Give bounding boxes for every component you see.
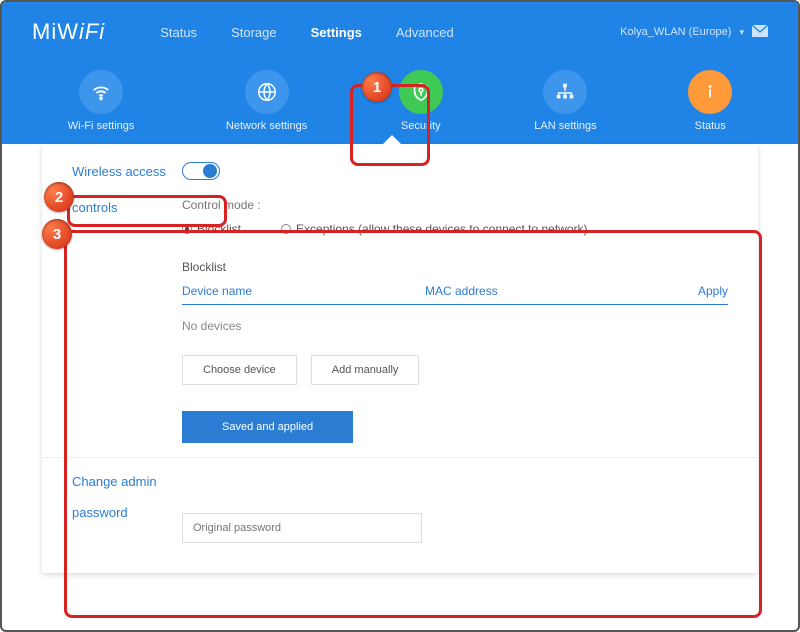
controls-label: controls <box>72 198 182 215</box>
tab-status[interactable]: Status <box>160 25 197 40</box>
col-mac: MAC address <box>425 284 668 298</box>
radio-blocklist[interactable]: Blocklist <box>182 222 241 236</box>
choose-device-button[interactable]: Choose device <box>182 355 297 385</box>
original-password-input[interactable] <box>182 513 422 543</box>
shield-icon <box>399 70 443 114</box>
wifi-icon <box>79 70 123 114</box>
add-manually-button[interactable]: Add manually <box>311 355 420 385</box>
wireless-access-label: Wireless access <box>72 162 182 179</box>
tab-advanced[interactable]: Advanced <box>396 25 454 40</box>
lan-icon <box>543 70 587 114</box>
subtab-status[interactable]: Status <box>688 70 732 132</box>
col-apply: Apply <box>668 284 728 298</box>
badge-2: 2 <box>44 182 74 212</box>
badge-3: 3 <box>42 219 72 249</box>
chevron-down-icon[interactable]: ▾ <box>739 27 744 38</box>
blocklist-empty: No devices <box>182 305 728 355</box>
tab-settings[interactable]: Settings <box>311 25 362 40</box>
info-icon <box>688 70 732 114</box>
change-admin-label: Change admin <box>72 472 182 489</box>
tab-storage[interactable]: Storage <box>231 25 277 40</box>
badge-1: 1 <box>362 72 392 102</box>
radio-exceptions[interactable]: Exceptions (allow these devices to conne… <box>281 222 587 236</box>
user-label[interactable]: Kolya_WLAN (Europe) <box>620 26 731 38</box>
password-label: password <box>72 503 182 520</box>
blocklist-heading: Blocklist <box>182 260 728 274</box>
mail-icon[interactable] <box>752 25 768 40</box>
control-mode-label: Control mode : <box>182 198 728 212</box>
subtab-network[interactable]: Network settings <box>226 70 307 132</box>
col-device-name: Device name <box>182 284 425 298</box>
subtab-lan[interactable]: LAN settings <box>534 70 596 132</box>
subtab-security[interactable]: Security <box>399 70 443 132</box>
wireless-access-toggle[interactable] <box>182 162 220 180</box>
logo: MiWiFi <box>32 19 105 45</box>
globe-icon <box>245 70 289 114</box>
subtab-wifi[interactable]: Wi-Fi settings <box>68 70 135 132</box>
blocklist-table-header: Device name MAC address Apply <box>182 284 728 305</box>
save-apply-button[interactable]: Saved and applied <box>182 411 353 443</box>
